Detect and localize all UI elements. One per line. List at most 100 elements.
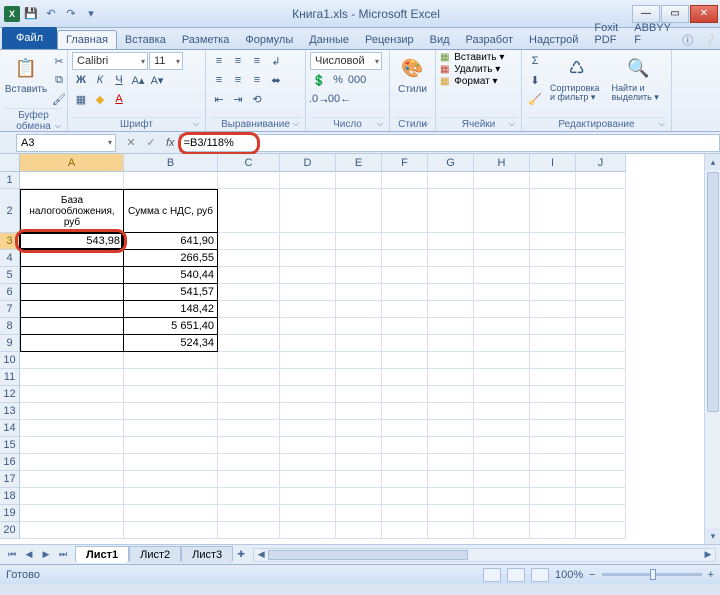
cell-G19[interactable]	[428, 505, 474, 522]
cell-F15[interactable]	[382, 437, 428, 454]
cell-G7[interactable]	[428, 301, 474, 318]
cell-A11[interactable]	[20, 369, 124, 386]
cell-B6[interactable]: 541,57	[124, 284, 218, 301]
col-header-H[interactable]: H	[474, 154, 530, 172]
cell-A10[interactable]	[20, 352, 124, 369]
cell-B16[interactable]	[124, 454, 218, 471]
cell-H3[interactable]	[474, 233, 530, 250]
cell-C16[interactable]	[218, 454, 280, 471]
cell-F3[interactable]	[382, 233, 428, 250]
row-header-14[interactable]: 14	[0, 420, 20, 437]
align-top-icon[interactable]: ≡	[210, 52, 228, 70]
scroll-up-icon[interactable]: ▴	[705, 154, 720, 170]
view-normal-icon[interactable]	[483, 568, 501, 582]
cell-H9[interactable]	[474, 335, 530, 352]
row-header-12[interactable]: 12	[0, 386, 20, 403]
cell-B8[interactable]: 5 651,40	[124, 318, 218, 335]
cell-G10[interactable]	[428, 352, 474, 369]
row-header-17[interactable]: 17	[0, 471, 20, 488]
cell-J18[interactable]	[576, 488, 626, 505]
cell-D16[interactable]	[280, 454, 336, 471]
cell-E8[interactable]	[336, 318, 382, 335]
cell-D4[interactable]	[280, 250, 336, 267]
cell-H16[interactable]	[474, 454, 530, 471]
cell-G20[interactable]	[428, 522, 474, 539]
col-header-B[interactable]: B	[124, 154, 218, 172]
cell-H20[interactable]	[474, 522, 530, 539]
delete-cells-button[interactable]: ▦ Удалить ▾	[440, 64, 500, 75]
cell-A1[interactable]	[20, 172, 124, 189]
cell-D8[interactable]	[280, 318, 336, 335]
cell-J13[interactable]	[576, 403, 626, 420]
cell-B13[interactable]	[124, 403, 218, 420]
cell-C10[interactable]	[218, 352, 280, 369]
cell-D10[interactable]	[280, 352, 336, 369]
cell-A8[interactable]	[20, 318, 124, 335]
fill-color-icon[interactable]: ◆	[91, 90, 109, 108]
cell-C9[interactable]	[218, 335, 280, 352]
tab-abbyy[interactable]: ABBYY F	[626, 19, 679, 49]
cell-E11[interactable]	[336, 369, 382, 386]
cell-I4[interactable]	[530, 250, 576, 267]
cell-G16[interactable]	[428, 454, 474, 471]
cell-F7[interactable]	[382, 301, 428, 318]
file-tab[interactable]: Файл	[2, 27, 57, 49]
formula-input[interactable]: =B3/118%	[179, 134, 720, 152]
cell-G13[interactable]	[428, 403, 474, 420]
tab-developer[interactable]: Разработ	[458, 31, 521, 49]
cell-G9[interactable]	[428, 335, 474, 352]
cell-E9[interactable]	[336, 335, 382, 352]
cell-F5[interactable]	[382, 267, 428, 284]
cell-C5[interactable]	[218, 267, 280, 284]
borders-icon[interactable]: ▦	[72, 90, 90, 108]
col-header-C[interactable]: C	[218, 154, 280, 172]
cell-F6[interactable]	[382, 284, 428, 301]
cell-I7[interactable]	[530, 301, 576, 318]
find-select-button[interactable]: 🔍 Найти и выделить ▾	[610, 52, 668, 104]
cell-H18[interactable]	[474, 488, 530, 505]
cell-G14[interactable]	[428, 420, 474, 437]
orientation-icon[interactable]: ⟲	[248, 90, 266, 108]
cell-I10[interactable]	[530, 352, 576, 369]
vertical-scrollbar[interactable]: ▴ ▾	[704, 154, 720, 544]
cell-E4[interactable]	[336, 250, 382, 267]
cell-H5[interactable]	[474, 267, 530, 284]
sort-filter-button[interactable]: ♺ Сортировка и фильтр ▾	[548, 52, 606, 104]
cell-F13[interactable]	[382, 403, 428, 420]
cell-B9[interactable]: 524,34	[124, 335, 218, 352]
cell-H12[interactable]	[474, 386, 530, 403]
cell-J3[interactable]	[576, 233, 626, 250]
percent-icon[interactable]: %	[329, 71, 347, 89]
cell-A15[interactable]	[20, 437, 124, 454]
cell-G17[interactable]	[428, 471, 474, 488]
col-header-J[interactable]: J	[576, 154, 626, 172]
enter-formula-icon[interactable]: ✓	[142, 134, 160, 152]
cell-J5[interactable]	[576, 267, 626, 284]
cell-J9[interactable]	[576, 335, 626, 352]
cell-C6[interactable]	[218, 284, 280, 301]
cell-B5[interactable]: 540,44	[124, 267, 218, 284]
cell-C17[interactable]	[218, 471, 280, 488]
cell-A4[interactable]	[20, 250, 124, 267]
cell-H6[interactable]	[474, 284, 530, 301]
qat-undo-icon[interactable]: ↶	[42, 5, 60, 23]
cell-B19[interactable]	[124, 505, 218, 522]
row-header-19[interactable]: 19	[0, 505, 20, 522]
cell-F12[interactable]	[382, 386, 428, 403]
cell-I17[interactable]	[530, 471, 576, 488]
cell-B1[interactable]	[124, 172, 218, 189]
underline-button[interactable]: Ч	[110, 71, 128, 89]
cell-B17[interactable]	[124, 471, 218, 488]
tab-formulas[interactable]: Формулы	[237, 31, 301, 49]
cell-G8[interactable]	[428, 318, 474, 335]
cell-B11[interactable]	[124, 369, 218, 386]
cell-F17[interactable]	[382, 471, 428, 488]
cell-J1[interactable]	[576, 172, 626, 189]
cell-J8[interactable]	[576, 318, 626, 335]
cell-A6[interactable]	[20, 284, 124, 301]
row-header-1[interactable]: 1	[0, 172, 20, 189]
new-sheet-icon[interactable]: ✚	[233, 548, 249, 562]
cell-C20[interactable]	[218, 522, 280, 539]
zoom-in-icon[interactable]: +	[708, 569, 714, 581]
cell-A2[interactable]: База налогообложения, руб	[20, 189, 124, 233]
